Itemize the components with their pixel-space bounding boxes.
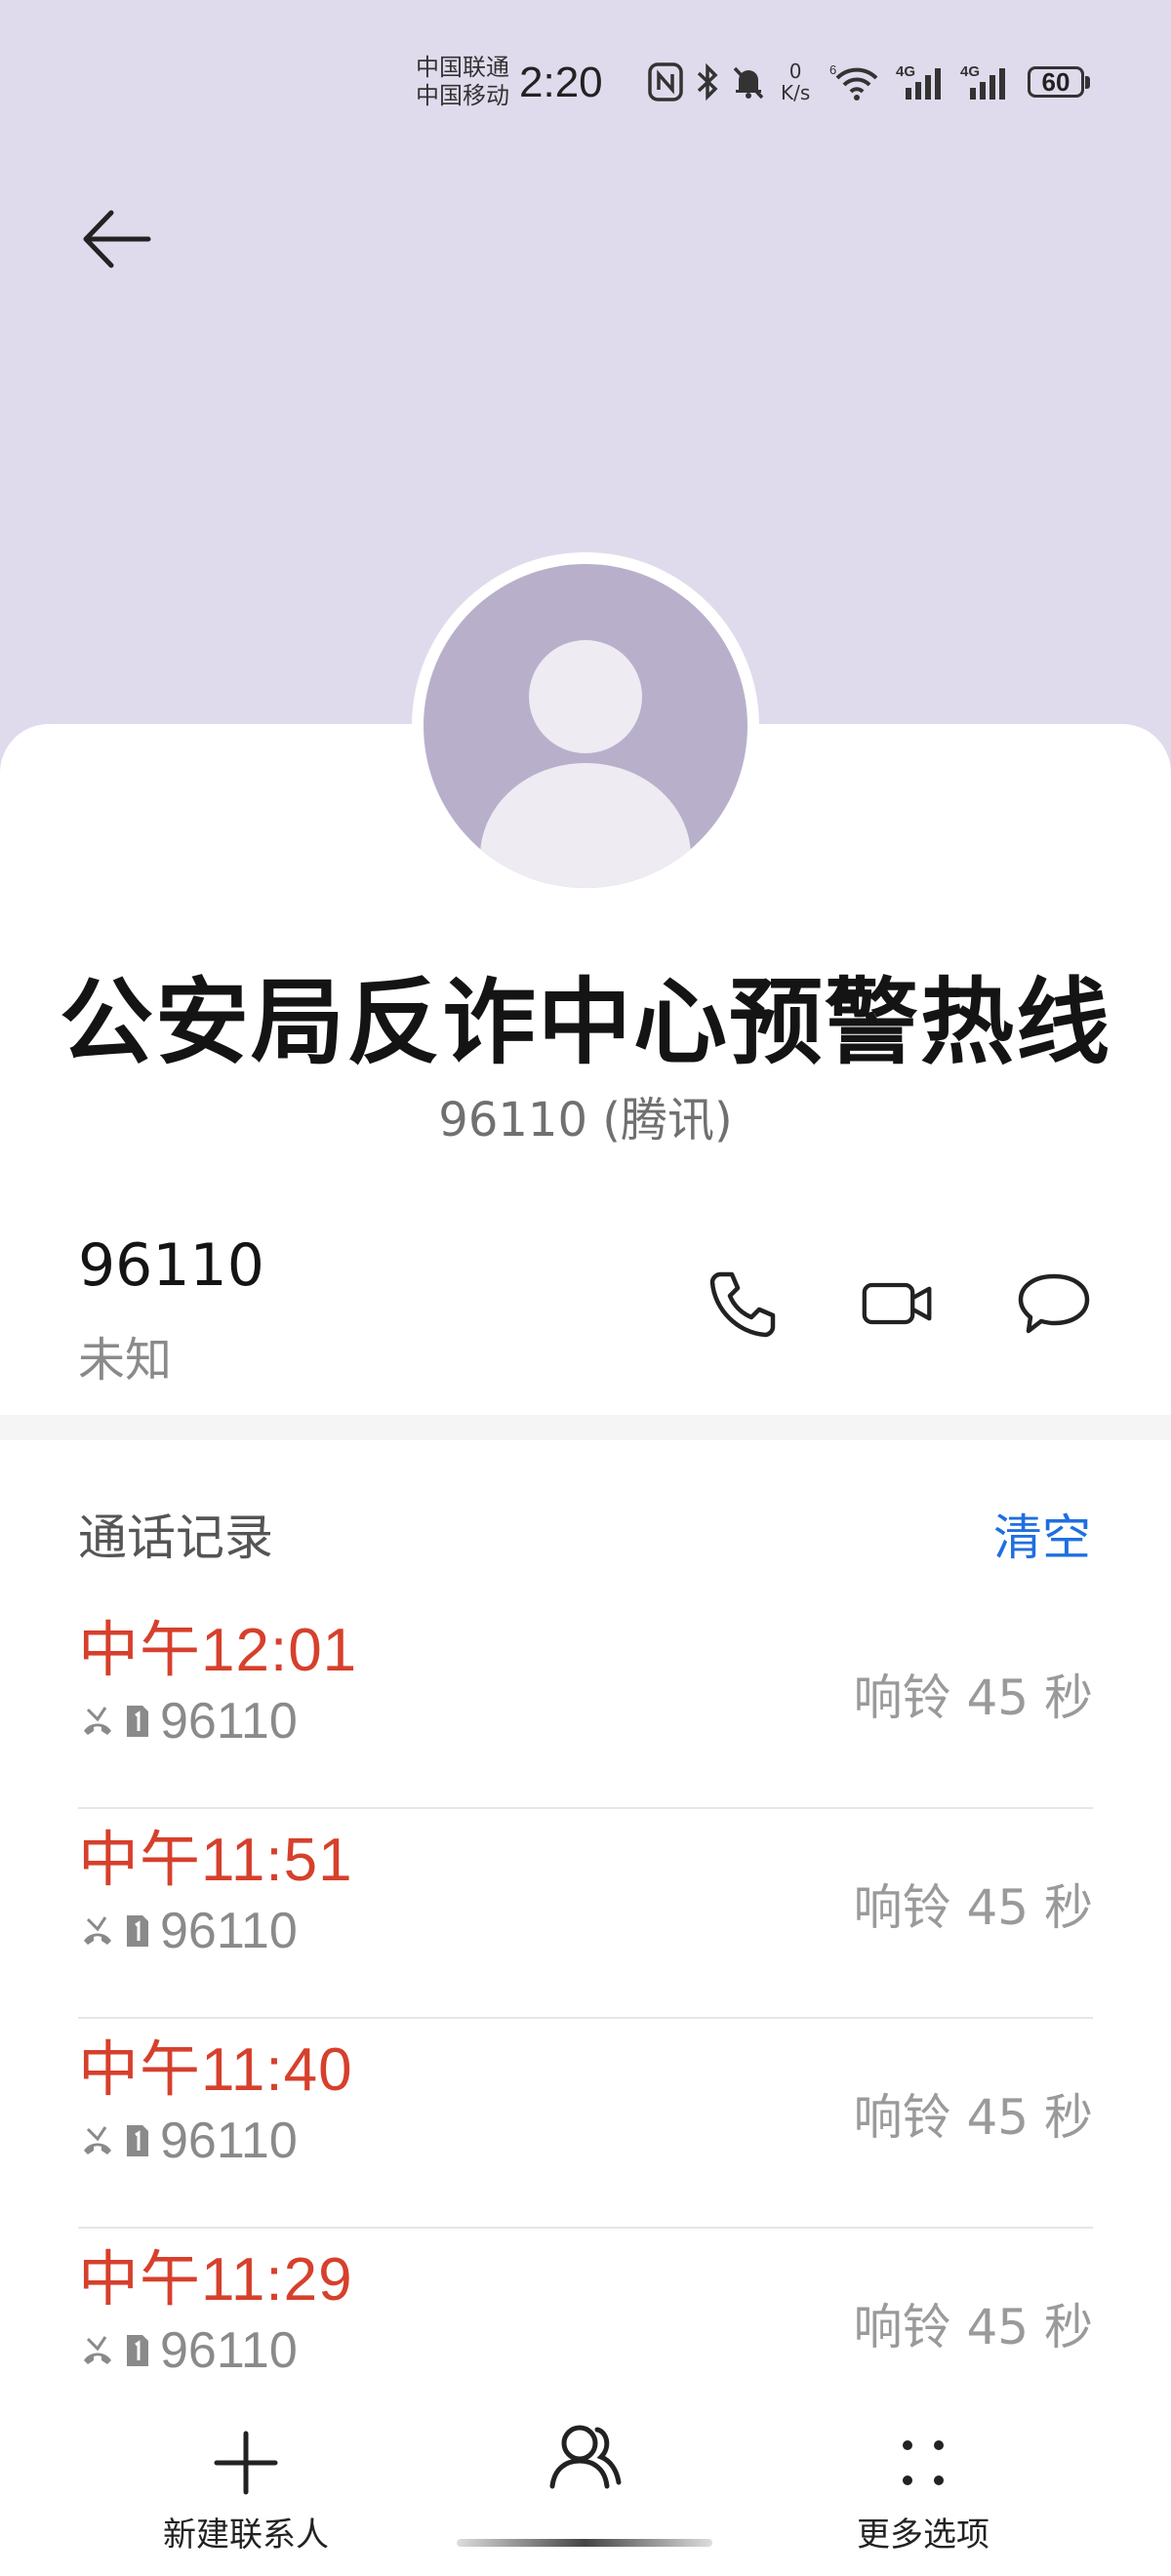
nfc-icon <box>648 62 683 101</box>
contacts-icon <box>549 2425 622 2489</box>
sim-1-icon <box>127 1915 148 1947</box>
person-placeholder-icon <box>480 640 691 888</box>
carrier-1: 中国联通 <box>416 54 509 81</box>
call-details: 96110 <box>78 2113 298 2169</box>
phone-number-type: 未知 <box>78 1333 173 1388</box>
net-speed-value: 0 <box>788 60 802 83</box>
wifi-icon: 6 <box>829 62 878 101</box>
call-number: 96110 <box>160 1903 298 1959</box>
more-dots-icon <box>903 2440 944 2485</box>
row-divider <box>78 2017 1093 2019</box>
call-time: 中午12:01 <box>78 1617 358 1684</box>
more-options-button[interactable]: 更多选项 <box>777 2410 1070 2566</box>
sim-1-icon <box>127 2335 148 2366</box>
message-icon[interactable] <box>1017 1267 1091 1341</box>
bluetooth-icon <box>697 62 718 101</box>
contact-name: 公安局反诈中心预警热线 <box>60 968 1111 1077</box>
call-details: 96110 <box>78 1903 298 1959</box>
signal-2-label: 4G <box>960 63 980 80</box>
call-duration: 响铃 45 秒 <box>853 1670 1093 1726</box>
net-speed-unit: K/s <box>781 81 811 104</box>
call-record[interactable]: 中午11:29 96110 响铃 45 秒 <box>78 2230 1093 2438</box>
sim-1-icon <box>127 1706 148 1737</box>
row-divider <box>78 1807 1093 1809</box>
missed-call-icon <box>84 2336 111 2364</box>
missed-call-icon <box>84 2126 111 2154</box>
signal-1-label: 4G <box>896 63 915 80</box>
video-call-icon[interactable] <box>861 1267 935 1341</box>
call-time: 中午11:51 <box>78 1827 353 1894</box>
call-time: 中午11:40 <box>78 2036 353 2104</box>
call-record[interactable]: 中午11:51 96110 响铃 45 秒 <box>78 1810 1093 2019</box>
carrier-2: 中国移动 <box>416 82 509 109</box>
net-speed: 0 K/s <box>781 60 810 103</box>
call-icon[interactable] <box>707 1267 781 1341</box>
signal-4g-2-icon: 4G <box>960 63 1005 100</box>
row-divider <box>78 2227 1093 2229</box>
carrier-labels: 中国联通 中国移动 <box>416 54 509 110</box>
back-arrow-icon[interactable] <box>78 205 156 273</box>
call-number: 96110 <box>160 2322 298 2379</box>
call-duration: 响铃 45 秒 <box>853 2089 1093 2146</box>
call-log-title: 通话记录 <box>78 1509 273 1566</box>
new-contact-label: 新建联系人 <box>163 2516 329 2555</box>
missed-call-icon <box>84 1916 111 1945</box>
call-details: 96110 <box>78 2322 298 2379</box>
status-time: 2:20 <box>519 59 603 106</box>
call-details: 96110 <box>78 1693 298 1750</box>
missed-call-icon <box>84 1707 111 1735</box>
bottom-toolbar: 新建联系人 更多选项 <box>0 2410 1171 2576</box>
call-number: 96110 <box>160 2113 298 2169</box>
call-number: 96110 <box>160 1693 298 1750</box>
avatar[interactable] <box>424 564 747 888</box>
status-bar: 中国联通 中国移动 2:20 0 K/s 6 4G 4G 60 <box>0 0 1171 146</box>
call-record[interactable]: 中午11:40 96110 响铃 45 秒 <box>78 2020 1093 2229</box>
call-time: 中午11:29 <box>78 2246 353 2314</box>
sim-1-icon <box>127 2125 148 2156</box>
call-record[interactable]: 中午12:01 96110 响铃 45 秒 <box>78 1600 1093 1809</box>
plus-icon <box>214 2431 278 2495</box>
call-duration: 响铃 45 秒 <box>853 2299 1093 2355</box>
battery-icon: 60 <box>1028 66 1084 98</box>
mute-bell-icon <box>733 66 764 100</box>
wifi-label: 6 <box>829 62 836 77</box>
contact-subtitle: 96110 (腾讯) <box>438 1093 733 1147</box>
more-options-label: 更多选项 <box>857 2516 989 2555</box>
signal-4g-1-icon: 4G <box>896 63 941 100</box>
home-indicator[interactable] <box>457 2539 712 2547</box>
battery-tip <box>1085 76 1090 89</box>
clear-call-log-button[interactable]: 清空 <box>993 1499 1091 1569</box>
section-divider <box>0 1415 1171 1440</box>
new-contact-button[interactable]: 新建联系人 <box>100 2410 392 2566</box>
phone-number[interactable]: 96110 <box>78 1231 264 1300</box>
call-duration: 响铃 45 秒 <box>853 1879 1093 1936</box>
